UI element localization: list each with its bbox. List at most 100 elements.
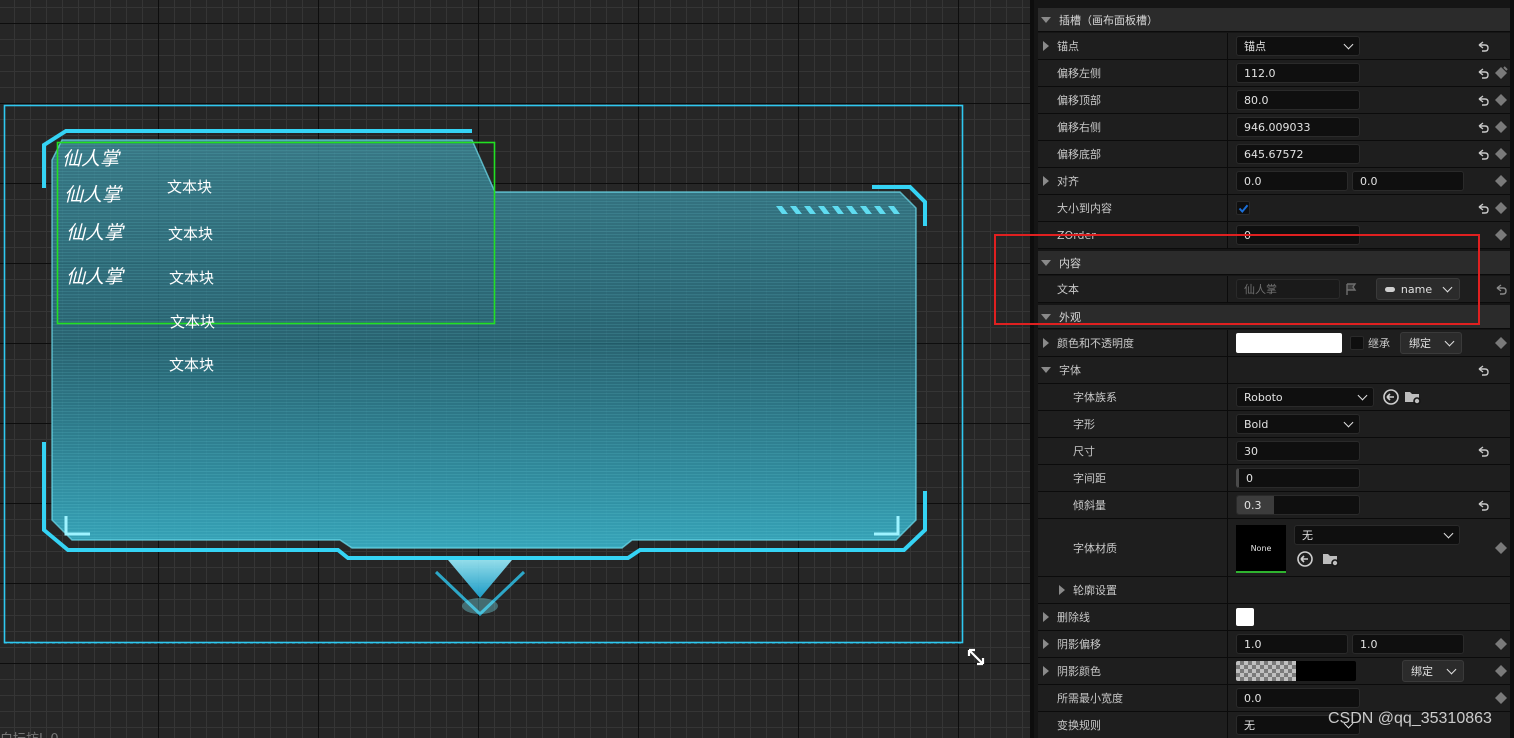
prop-label: 倾斜量: [1073, 499, 1106, 512]
text-block[interactable]: 文本块: [170, 311, 215, 332]
prop-label: 变换规则: [1057, 719, 1101, 732]
shadow-color-swatch[interactable]: [1236, 661, 1356, 681]
expand-arrow-icon[interactable]: [1043, 338, 1049, 348]
reset-icon[interactable]: [1476, 67, 1490, 81]
shadow-offset-x-input[interactable]: 1.0: [1236, 634, 1348, 654]
reset-icon[interactable]: [1476, 40, 1490, 54]
use-selected-asset-icon[interactable]: [1296, 550, 1314, 568]
collapse-arrow-icon[interactable]: [1041, 367, 1051, 373]
text-block-italic[interactable]: 仙人掌: [62, 144, 119, 171]
keyframe-pin-icon[interactable]: [1494, 93, 1508, 107]
prop-offset-top: 偏移顶部 80.0: [1038, 87, 1512, 114]
category-slot[interactable]: 插槽（画布面板槽）: [1038, 8, 1512, 32]
watermark: CSDN @qq_35310863: [1328, 710, 1492, 727]
strike-color-swatch[interactable]: [1236, 608, 1254, 626]
keyframe-pin-icon[interactable]: [1494, 691, 1508, 705]
keyframe-pin-icon[interactable]: [1494, 174, 1508, 188]
prop-label: 偏移底部: [1057, 148, 1101, 161]
offset-top-input[interactable]: 80.0: [1236, 90, 1360, 110]
prop-font-family: 字体族系 Roboto: [1038, 384, 1512, 411]
expand-arrow-icon[interactable]: [1043, 666, 1049, 676]
keyframe-pin-icon[interactable]: [1494, 637, 1508, 651]
down-arrow-indicator: [434, 560, 526, 617]
chevron-down-icon: [1444, 336, 1455, 346]
hud-panel-art: [3, 104, 964, 644]
prop-label: 对齐: [1057, 175, 1079, 188]
reset-icon[interactable]: [1476, 94, 1490, 108]
prop-label: 删除线: [1057, 611, 1090, 624]
keyframe-pin-icon[interactable]: [1494, 541, 1508, 555]
font-family-dropdown[interactable]: Roboto: [1236, 387, 1374, 407]
keyframe-pin-icon[interactable]: [1494, 66, 1508, 80]
prop-letter-spacing: 字间距 0: [1038, 465, 1512, 492]
prop-size-to-content: 大小到内容: [1038, 195, 1512, 222]
offset-right-input[interactable]: 946.009033: [1236, 117, 1360, 137]
keyframe-pin-icon[interactable]: [1494, 120, 1508, 134]
text-block[interactable]: 文本块: [167, 176, 212, 197]
chevron-down-icon: [1343, 39, 1354, 49]
slider-value: 0.3: [1244, 498, 1262, 512]
skew-slider-input[interactable]: 0.3: [1236, 495, 1360, 515]
reset-icon[interactable]: [1476, 364, 1490, 378]
prop-shadow-color: 阴影颜色 绑定: [1038, 658, 1512, 685]
offset-left-input[interactable]: 112.0: [1236, 63, 1360, 83]
keyframe-pin-icon[interactable]: [1494, 664, 1508, 678]
shadow-offset-y-input[interactable]: 1.0: [1352, 634, 1464, 654]
expand-arrow-icon[interactable]: [1043, 41, 1049, 51]
prop-color-opacity: 颜色和不透明度 继承 绑定: [1038, 330, 1512, 357]
browse-folder-icon[interactable]: [1404, 388, 1422, 406]
details-panel: 插槽（画布面板槽） 锚点 锚点 偏移左侧 112.0 偏移顶部 80.0 偏移右…: [1030, 0, 1514, 738]
collapse-arrow-icon[interactable]: [1041, 16, 1051, 23]
material-thumbnail[interactable]: None: [1236, 525, 1286, 573]
prop-label: 字间距: [1073, 472, 1106, 485]
use-selected-asset-icon[interactable]: [1382, 388, 1400, 406]
reset-icon[interactable]: [1476, 499, 1490, 513]
text-block-italic[interactable]: 仙人掌: [66, 218, 123, 245]
size-input[interactable]: 30: [1236, 441, 1360, 461]
reset-icon[interactable]: [1494, 283, 1508, 297]
typeface-dropdown[interactable]: Bold: [1236, 414, 1360, 434]
offset-bottom-input[interactable]: 645.67572: [1236, 144, 1360, 164]
resize-handle-icon[interactable]: [966, 647, 986, 667]
chevron-down-icon: [1357, 390, 1368, 400]
prop-label: 大小到内容: [1057, 202, 1112, 215]
shadow-bind-dropdown[interactable]: 绑定: [1402, 660, 1464, 682]
material-dropdown[interactable]: 无: [1294, 525, 1460, 545]
keyframe-pin-icon[interactable]: [1494, 147, 1508, 161]
category-label: 插槽（画布面板槽）: [1059, 13, 1158, 27]
keyframe-pin-icon[interactable]: [1494, 201, 1508, 215]
reset-icon[interactable]: [1476, 121, 1490, 135]
color-swatch[interactable]: [1236, 333, 1342, 353]
keyframe-pin-icon[interactable]: [1494, 228, 1508, 242]
panel-scrollbar[interactable]: [1510, 0, 1514, 738]
dropdown-value: Bold: [1244, 417, 1269, 431]
keyframe-pin-icon[interactable]: [1494, 336, 1508, 350]
prop-label: 字形: [1073, 418, 1095, 431]
expand-arrow-icon[interactable]: [1043, 639, 1049, 649]
reset-icon[interactable]: [1476, 148, 1490, 162]
bind-dropdown[interactable]: 绑定: [1400, 332, 1462, 354]
expand-arrow-icon[interactable]: [1043, 176, 1049, 186]
designer-canvas[interactable]: 仙人掌 仙人掌 仙人掌 仙人掌 文本块 文本块 文本块 文本块 文本块 白坛坊L…: [0, 0, 1030, 738]
text-block-italic[interactable]: 仙人掌: [66, 262, 123, 289]
min-width-input[interactable]: 0.0: [1236, 688, 1360, 708]
size-to-content-checkbox[interactable]: [1236, 201, 1250, 215]
prop-shadow-offset: 阴影偏移 1.0 1.0: [1038, 631, 1512, 658]
text-block[interactable]: 文本块: [169, 267, 214, 288]
text-block-italic[interactable]: 仙人掌: [64, 180, 121, 207]
letter-spacing-input[interactable]: 0: [1236, 468, 1360, 488]
inherit-checkbox[interactable]: [1350, 336, 1364, 350]
expand-arrow-icon[interactable]: [1059, 585, 1065, 595]
prop-label: 字体: [1059, 364, 1081, 377]
browse-folder-icon[interactable]: [1322, 550, 1340, 568]
alignment-y-input[interactable]: 0.0: [1352, 171, 1464, 191]
alignment-x-input[interactable]: 0.0: [1236, 171, 1348, 191]
text-block[interactable]: 文本块: [168, 223, 213, 244]
reset-icon[interactable]: [1476, 202, 1490, 216]
text-block[interactable]: 文本块: [169, 354, 214, 375]
reset-icon[interactable]: [1476, 445, 1490, 459]
anchor-dropdown[interactable]: 锚点: [1236, 36, 1360, 56]
prop-label: 偏移右侧: [1057, 121, 1101, 134]
prop-label: 偏移顶部: [1057, 94, 1101, 107]
expand-arrow-icon[interactable]: [1043, 612, 1049, 622]
